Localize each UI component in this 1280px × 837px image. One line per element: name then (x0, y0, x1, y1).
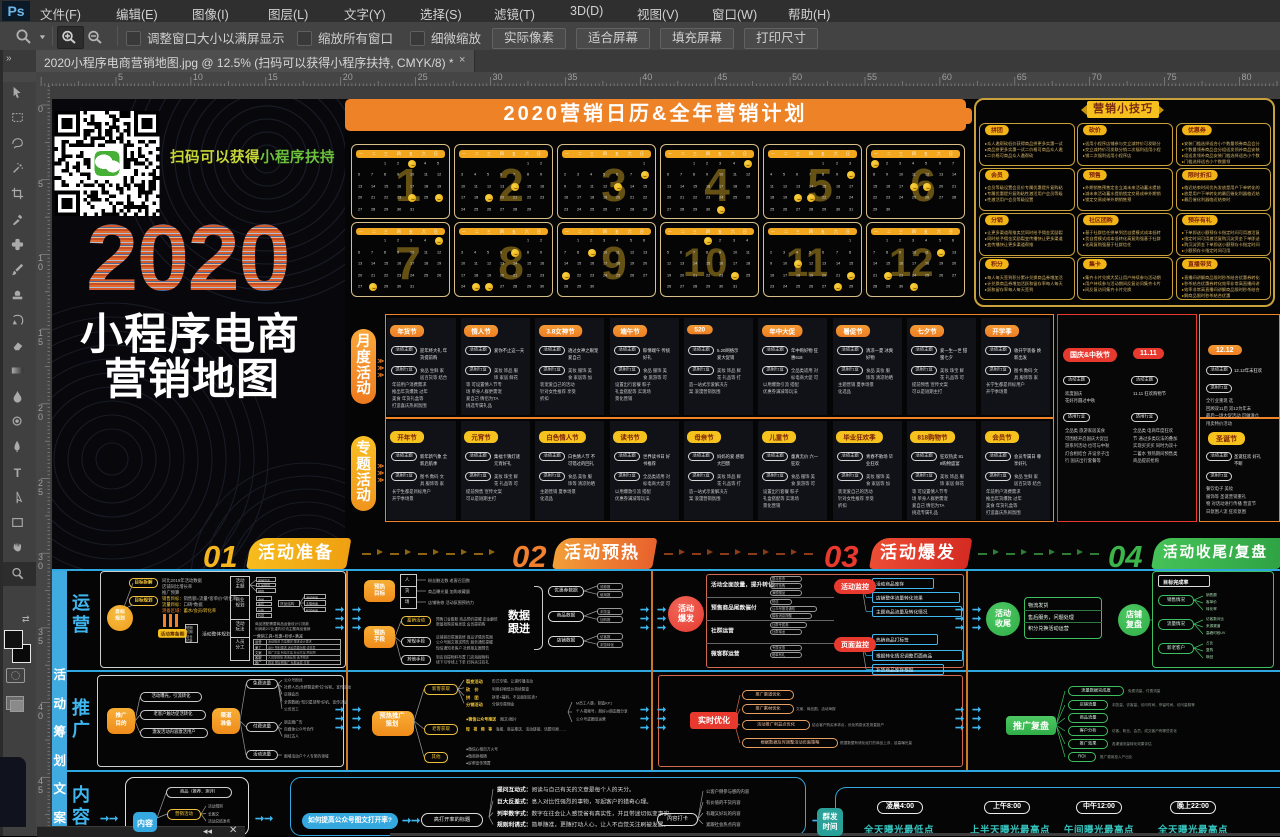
svg-text:T: T (14, 466, 22, 479)
